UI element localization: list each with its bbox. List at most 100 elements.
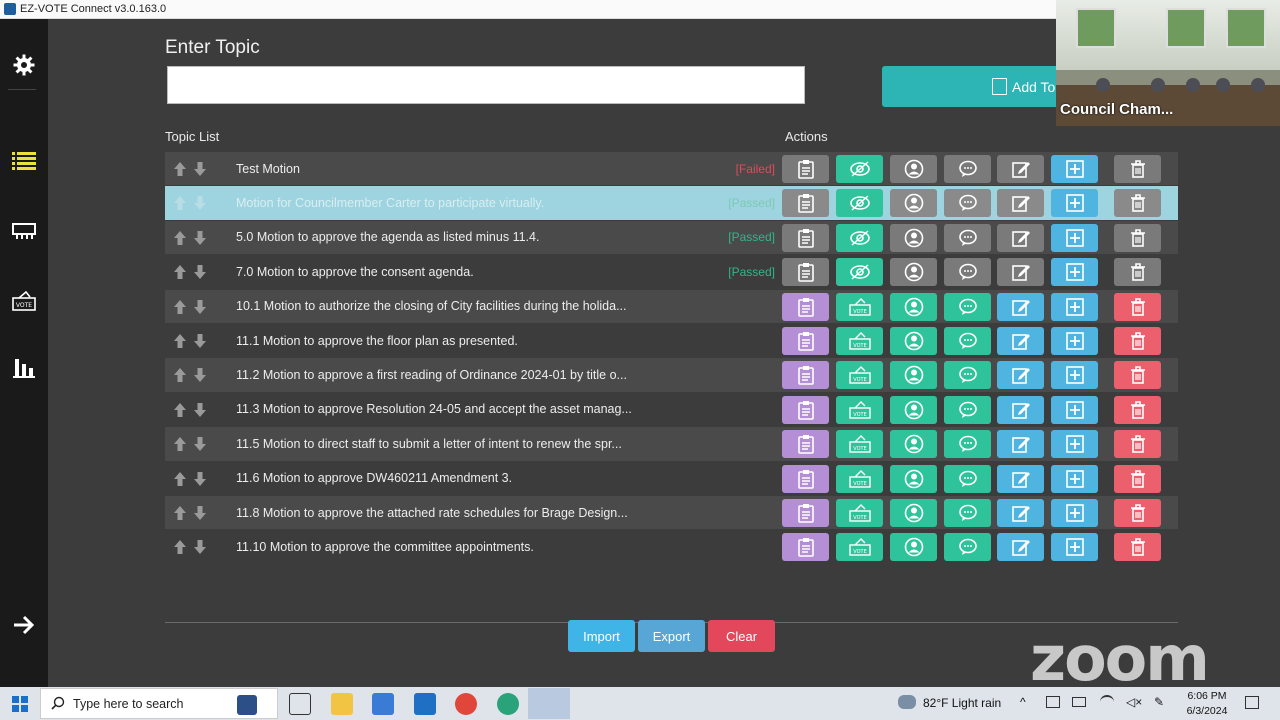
store-icon[interactable] xyxy=(372,693,394,715)
move-up-icon[interactable] xyxy=(173,402,187,423)
speaker-button[interactable] xyxy=(890,223,937,252)
taskbar-clock[interactable]: 6:06 PM 6/3/2024 xyxy=(1182,689,1232,719)
add-subtopic-button[interactable] xyxy=(1051,430,1098,459)
pen-icon[interactable]: ✎ xyxy=(1154,695,1164,709)
move-up-icon[interactable] xyxy=(173,161,187,182)
vote-button[interactable]: VOTE xyxy=(836,464,883,493)
edit-button[interactable] xyxy=(997,258,1044,287)
details-button[interactable] xyxy=(782,533,829,562)
vote-button[interactable]: VOTE xyxy=(836,533,883,562)
discussion-button[interactable] xyxy=(944,464,991,493)
view-results-button[interactable] xyxy=(836,155,883,183)
delete-button[interactable] xyxy=(1114,498,1161,527)
topic-row[interactable]: 11.8 Motion to approve the attached rate… xyxy=(165,495,1178,531)
export-button[interactable]: Export xyxy=(638,620,705,652)
move-up-icon[interactable] xyxy=(173,539,187,560)
speaker-button[interactable] xyxy=(890,258,937,287)
move-up-icon[interactable] xyxy=(173,230,187,251)
speaker-button[interactable] xyxy=(890,189,937,218)
topic-row[interactable]: Test Motion [Failed] xyxy=(165,152,1178,187)
vote-button[interactable]: VOTE xyxy=(836,430,883,459)
details-button[interactable] xyxy=(782,155,829,183)
move-down-icon[interactable] xyxy=(193,436,207,457)
volume-muted-icon[interactable]: ◁× xyxy=(1126,695,1142,709)
add-topic-button[interactable]: Add To xyxy=(882,66,1062,107)
delete-button[interactable] xyxy=(1114,361,1161,390)
topic-row[interactable]: 5.0 Motion to approve the agenda as list… xyxy=(165,220,1178,256)
topic-list-icon[interactable] xyxy=(0,141,48,181)
delete-button[interactable] xyxy=(1114,189,1161,218)
move-down-icon[interactable] xyxy=(193,299,207,320)
add-subtopic-button[interactable] xyxy=(1051,155,1098,183)
discussion-button[interactable] xyxy=(944,430,991,459)
details-button[interactable] xyxy=(782,292,829,321)
move-up-icon[interactable] xyxy=(173,333,187,354)
discussion-button[interactable] xyxy=(944,361,991,390)
add-subtopic-button[interactable] xyxy=(1051,464,1098,493)
topic-row[interactable]: 11.3 Motion to approve Resolution 24-05 … xyxy=(165,392,1178,428)
edit-button[interactable] xyxy=(997,292,1044,321)
delete-button[interactable] xyxy=(1114,292,1161,321)
move-up-icon[interactable] xyxy=(173,299,187,320)
edge-icon[interactable] xyxy=(497,693,519,715)
mail-icon[interactable] xyxy=(414,693,436,715)
view-results-button[interactable] xyxy=(836,223,883,252)
add-subtopic-button[interactable] xyxy=(1051,361,1098,390)
edit-button[interactable] xyxy=(997,430,1044,459)
delete-button[interactable] xyxy=(1114,258,1161,287)
topic-row[interactable]: 11.2 Motion to approve a first reading o… xyxy=(165,358,1178,393)
details-button[interactable] xyxy=(782,430,829,459)
vote-button[interactable]: VOTE xyxy=(836,498,883,527)
topic-row[interactable]: 11.1 Motion to approve the floor plan as… xyxy=(165,323,1178,359)
add-subtopic-button[interactable] xyxy=(1051,395,1098,424)
move-up-icon[interactable] xyxy=(173,505,187,526)
edit-button[interactable] xyxy=(997,223,1044,252)
details-button[interactable] xyxy=(782,464,829,493)
notification-icon[interactable] xyxy=(1245,696,1259,709)
wifi-icon[interactable] xyxy=(1100,695,1114,709)
settings-gear-icon[interactable] xyxy=(0,45,48,85)
topic-row[interactable]: Motion for Councilmember Carter to parti… xyxy=(165,186,1178,221)
speaker-button[interactable] xyxy=(890,326,937,355)
details-button[interactable] xyxy=(782,395,829,424)
move-down-icon[interactable] xyxy=(193,264,207,285)
task-view-icon[interactable] xyxy=(289,693,311,715)
chamber-icon[interactable] xyxy=(0,211,48,251)
edit-button[interactable] xyxy=(997,464,1044,493)
move-down-icon[interactable] xyxy=(193,367,207,388)
ezvote-taskbar-icon[interactable] xyxy=(528,688,570,719)
discussion-button[interactable] xyxy=(944,326,991,355)
move-up-icon[interactable] xyxy=(173,264,187,285)
delete-button[interactable] xyxy=(1114,395,1161,424)
edit-button[interactable] xyxy=(997,326,1044,355)
edit-button[interactable] xyxy=(997,155,1044,183)
add-subtopic-button[interactable] xyxy=(1051,223,1098,252)
edit-button[interactable] xyxy=(997,361,1044,390)
view-results-button[interactable] xyxy=(836,258,883,287)
vote-icon[interactable]: VOTE xyxy=(0,281,48,321)
delete-button[interactable] xyxy=(1114,326,1161,355)
discussion-button[interactable] xyxy=(944,395,991,424)
delete-button[interactable] xyxy=(1114,430,1161,459)
move-up-icon[interactable] xyxy=(173,367,187,388)
topic-row[interactable]: 11.6 Motion to approve DW460211 Amendmen… xyxy=(165,461,1178,496)
speaker-button[interactable] xyxy=(890,464,937,493)
add-subtopic-button[interactable] xyxy=(1051,189,1098,218)
topic-row[interactable]: 7.0 Motion to approve the consent agenda… xyxy=(165,255,1178,290)
taskbar-search[interactable]: Type here to search xyxy=(40,688,278,719)
topic-row[interactable]: 11.5 Motion to direct staff to submit a … xyxy=(165,427,1178,462)
topic-row[interactable]: 11.10 Motion to approve the committee ap… xyxy=(165,530,1178,565)
clear-button[interactable]: Clear xyxy=(708,620,775,652)
weather-text[interactable]: 82°F Light rain xyxy=(923,696,1001,710)
discussion-button[interactable] xyxy=(944,155,991,183)
add-subtopic-button[interactable] xyxy=(1051,498,1098,527)
topic-input[interactable] xyxy=(167,66,805,104)
import-button[interactable]: Import xyxy=(568,620,635,652)
add-subtopic-button[interactable] xyxy=(1051,533,1098,562)
details-button[interactable] xyxy=(782,361,829,390)
tray-app-icon[interactable] xyxy=(1046,696,1060,708)
move-down-icon[interactable] xyxy=(193,333,207,354)
speaker-button[interactable] xyxy=(890,292,937,321)
move-down-icon[interactable] xyxy=(193,230,207,251)
move-down-icon[interactable] xyxy=(193,161,207,182)
